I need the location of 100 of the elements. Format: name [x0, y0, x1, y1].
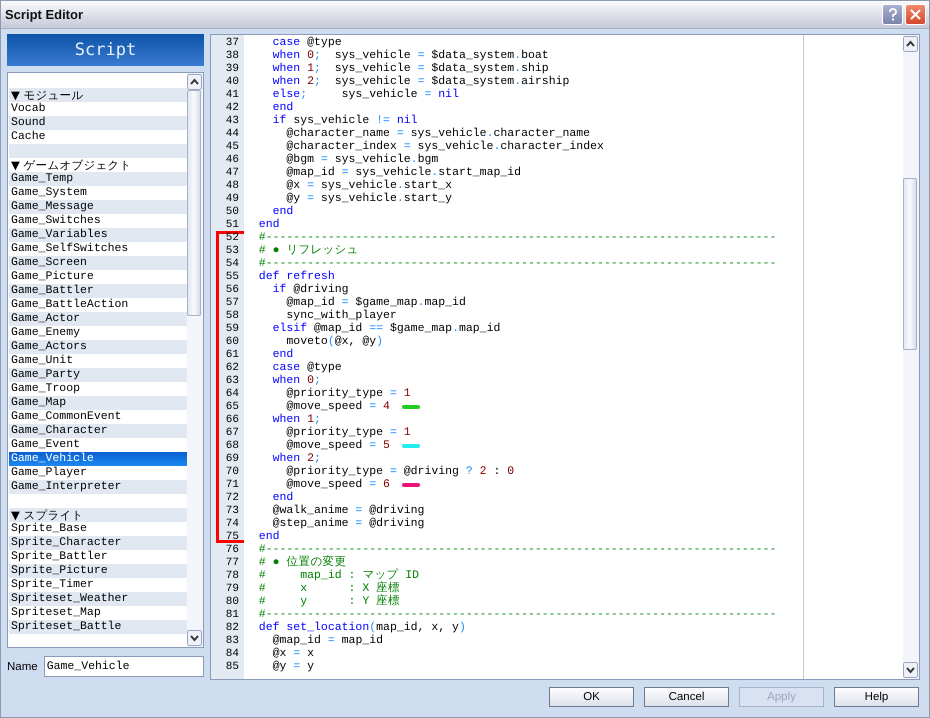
list-item[interactable]: Game_Actor — [9, 312, 187, 326]
dialog-button[interactable]: Cancel — [644, 687, 729, 707]
list-item[interactable]: Spriteset_Battle — [9, 620, 187, 634]
scrollbar[interactable] — [903, 35, 919, 679]
line-number: 84 — [224, 648, 240, 660]
list-item[interactable]: Game_Screen — [9, 256, 187, 270]
code-line: @priority_type = 1 — [285, 426, 411, 439]
list-item[interactable]: Spriteset_Weather — [9, 592, 187, 606]
name-field[interactable]: Game_Vehicle — [44, 656, 204, 677]
line-number: 44 — [224, 128, 240, 140]
code-line: @map_id = map_id — [272, 634, 384, 647]
code-line: @character_name = sys_vehicle.character_name — [285, 127, 590, 140]
code-line: @priority_type = @driving ? 2 : 0 — [285, 465, 514, 478]
line-number: 61 — [224, 348, 240, 360]
list-item[interactable]: Game_Actors — [9, 340, 187, 354]
line-number: 82 — [224, 622, 240, 634]
close-icon — [910, 9, 921, 20]
scrollbar[interactable] — [187, 73, 203, 647]
line-number: 39 — [224, 62, 240, 74]
line-number: 45 — [224, 140, 240, 152]
line-number: 42 — [224, 102, 240, 114]
scroll-up-icon[interactable] — [903, 36, 918, 52]
line-number: 80 — [224, 596, 240, 608]
script-header: Script — [7, 34, 204, 66]
line-number: 62 — [224, 362, 240, 374]
code-line: end — [258, 218, 280, 231]
line-number: 51 — [224, 218, 240, 230]
line-number: 52 — [224, 232, 240, 244]
line-number: 68 — [224, 440, 240, 452]
line-number: 65 — [224, 400, 240, 412]
line-number: 60 — [224, 336, 240, 348]
code-line: when 1; — [272, 413, 321, 426]
code-line: # map_id : マップ ID — [258, 569, 420, 582]
window-title: Script Editor — [5, 7, 84, 22]
code-line: @bgm = sys_vehicle.bgm — [285, 153, 438, 166]
line-number: 41 — [224, 88, 240, 100]
code-line: case @type — [272, 361, 342, 374]
list-item[interactable]: Game_Map — [9, 396, 187, 410]
code-editor[interactable] — [210, 34, 920, 680]
line-number: 73 — [224, 504, 240, 516]
line-number: 46 — [224, 154, 240, 166]
line-number: 85 — [224, 660, 240, 672]
help-button[interactable] — [882, 4, 903, 25]
list-item[interactable]: Sprite_Picture — [9, 564, 187, 578]
line-number: 58 — [224, 310, 240, 322]
line-number: 67 — [224, 426, 240, 438]
list-item[interactable]: Game_Party — [9, 368, 187, 382]
scroll-up-icon[interactable] — [187, 74, 202, 90]
scroll-down-icon[interactable] — [903, 662, 918, 678]
code-line: @step_anime = @driving — [272, 517, 424, 530]
code-line: # x : X 座標 — [258, 582, 400, 595]
list-item[interactable]: Sound — [9, 116, 187, 130]
scroll-thumb[interactable] — [903, 178, 917, 350]
scroll-down-icon[interactable] — [187, 630, 202, 646]
code-line: def set_location(map_id, x, y) — [258, 621, 466, 634]
code-line: end — [272, 205, 294, 218]
code-line: #-------------------------------------------------------------------------- — [258, 608, 776, 621]
code-line: @move_speed = 6 — [285, 478, 390, 491]
code-line: @move_speed = 4 — [285, 400, 390, 413]
line-number: 63 — [224, 374, 240, 386]
line-number: 53 — [224, 244, 240, 256]
list-item[interactable]: Game_Battler — [9, 284, 187, 298]
line-number: 54 — [224, 258, 240, 270]
line-number: 37 — [224, 36, 240, 48]
line-number: 71 — [224, 478, 240, 490]
code-line: end — [272, 101, 294, 114]
code-line: #-------------------------------------------------------------------------- — [258, 257, 776, 270]
code-line: @x = x — [272, 647, 314, 660]
line-number: 70 — [224, 466, 240, 478]
line-number: 76 — [224, 544, 240, 556]
line-number: 64 — [224, 388, 240, 400]
code-line: end — [272, 348, 294, 361]
list-item[interactable]: Game_Temp — [9, 172, 187, 186]
code-line: case @type — [272, 36, 342, 49]
list-item[interactable]: Game_Vehicle — [9, 452, 187, 466]
list-item[interactable]: Game_Character — [9, 424, 187, 438]
code-line: @map_id = sys_vehicle.start_map_id — [285, 166, 522, 179]
list-item[interactable]: Game_Message — [9, 200, 187, 214]
code-line: @priority_type = 1 — [285, 387, 411, 400]
list-item[interactable]: Game_Variables — [9, 228, 187, 242]
list-item[interactable]: Game_Interpreter — [9, 480, 187, 494]
group-header[interactable]: ▼ スプライト — [9, 508, 187, 522]
group-header[interactable]: ▼ モジュール — [9, 88, 187, 102]
dialog-button[interactable]: Help — [834, 687, 919, 707]
close-button[interactable] — [905, 4, 926, 25]
dialog-button[interactable]: OK — [549, 687, 634, 707]
code-line: #-------------------------------------------------------------------------- — [258, 543, 776, 556]
code-line: @y = y — [272, 660, 314, 673]
question-icon — [888, 8, 898, 21]
line-number: 59 — [224, 322, 240, 334]
code-line: when 2; sys_vehicle = $data_system.airship — [272, 75, 570, 88]
code-line: @y = sys_vehicle.start_y — [285, 192, 452, 205]
scroll-thumb[interactable] — [187, 90, 201, 316]
code-line: end — [258, 530, 280, 543]
line-number: 43 — [224, 114, 240, 126]
list-item[interactable]: Sprite_Character — [9, 536, 187, 550]
line-number: 55 — [224, 270, 240, 282]
line-number: 74 — [224, 518, 240, 530]
code-line: when 0; sys_vehicle = $data_system.boat — [272, 49, 549, 62]
code-line: end — [272, 491, 294, 504]
